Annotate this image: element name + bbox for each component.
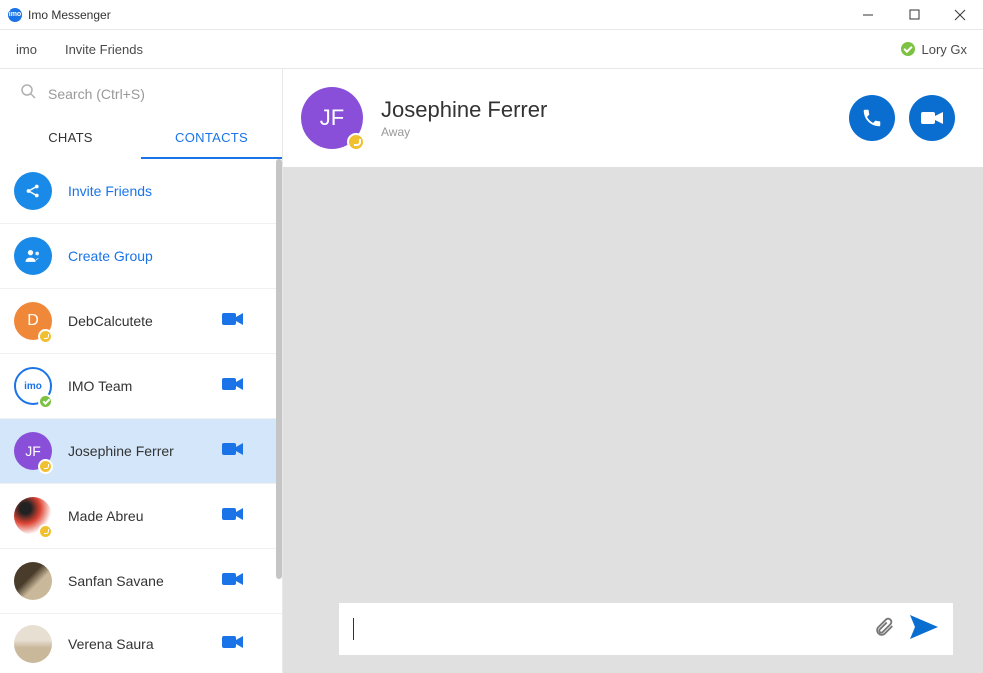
- avatar-initials: JF: [320, 105, 344, 131]
- video-call-icon[interactable]: [222, 506, 244, 527]
- conversation-actions: [849, 95, 955, 141]
- status-away-icon: [38, 524, 53, 539]
- menu-invite-friends[interactable]: Invite Friends: [65, 42, 143, 57]
- avatar-letter: D: [27, 312, 39, 330]
- phone-icon: [861, 107, 883, 129]
- window-controls: [845, 0, 983, 30]
- window-title: Imo Messenger: [28, 8, 111, 22]
- tab-chats[interactable]: CHATS: [0, 118, 141, 159]
- video-icon: [920, 109, 944, 127]
- sidebar: CHATS CONTACTS Invite Friends Create Gro…: [0, 69, 283, 673]
- sidebar-tabs: CHATS CONTACTS: [0, 118, 282, 159]
- titlebar-left: imo Imo Messenger: [8, 8, 111, 22]
- send-button[interactable]: [909, 614, 939, 645]
- conversation-status: Away: [381, 125, 831, 139]
- message-input[interactable]: [354, 621, 873, 637]
- conversation-name: Josephine Ferrer: [381, 97, 831, 123]
- attach-button[interactable]: [873, 616, 895, 643]
- avatar-letter: imo: [24, 381, 42, 392]
- minimize-button[interactable]: [845, 0, 891, 30]
- avatar-letter: JF: [25, 443, 41, 459]
- conversation-body: [283, 167, 983, 673]
- video-call-icon[interactable]: [222, 441, 244, 462]
- menubar-left: imo Invite Friends: [16, 42, 143, 57]
- group-icon: [14, 237, 52, 275]
- voice-call-button[interactable]: [849, 95, 895, 141]
- contact-row[interactable]: imo IMO Team: [0, 354, 282, 419]
- status-away-icon: [38, 459, 53, 474]
- user-name: Lory Gx: [921, 42, 967, 57]
- send-icon: [909, 614, 939, 640]
- status-online-icon: [38, 394, 53, 409]
- maximize-icon: [909, 9, 920, 20]
- contact-name: IMO Team: [68, 378, 222, 394]
- menubar: imo Invite Friends Lory Gx: [0, 30, 983, 68]
- close-icon: [954, 9, 966, 21]
- video-call-icon[interactable]: [222, 571, 244, 592]
- contact-row[interactable]: Sanfan Savane: [0, 549, 282, 614]
- main-layout: CHATS CONTACTS Invite Friends Create Gro…: [0, 68, 983, 673]
- contact-name: Josephine Ferrer: [68, 443, 222, 459]
- sidebar-action-invite[interactable]: Invite Friends: [0, 159, 282, 224]
- conversation-title-block: Josephine Ferrer Away: [381, 97, 831, 139]
- search-input[interactable]: [48, 86, 262, 102]
- scrollbar-thumb[interactable]: [276, 159, 282, 579]
- menu-imo[interactable]: imo: [16, 42, 37, 57]
- contact-row[interactable]: Made Abreu: [0, 484, 282, 549]
- search-row: [0, 69, 282, 118]
- contact-name: Made Abreu: [68, 508, 222, 524]
- user-status[interactable]: Lory Gx: [901, 42, 967, 57]
- contact-row[interactable]: Verena Saura: [0, 614, 282, 656]
- compose-box: [339, 603, 953, 655]
- contact-name: DebCalcutete: [68, 313, 222, 329]
- video-call-icon[interactable]: [222, 376, 244, 397]
- avatar: [14, 625, 52, 663]
- app-logo-icon: imo: [8, 8, 22, 22]
- status-away-icon: [38, 329, 53, 344]
- contact-name: Verena Saura: [68, 636, 222, 652]
- contact-row[interactable]: JF Josephine Ferrer: [0, 419, 282, 484]
- conversation-pane: JF Josephine Ferrer Away: [283, 69, 983, 673]
- sidebar-action-label: Invite Friends: [68, 183, 268, 199]
- compose-actions: [873, 614, 939, 645]
- minimize-icon: [862, 9, 874, 21]
- tab-contacts[interactable]: CONTACTS: [141, 118, 282, 159]
- status-online-icon: [901, 42, 915, 56]
- search-icon: [20, 83, 36, 104]
- sidebar-action-label: Create Group: [68, 248, 268, 264]
- video-call-icon[interactable]: [222, 311, 244, 332]
- video-call-icon[interactable]: [222, 634, 244, 655]
- conversation-avatar[interactable]: JF: [301, 87, 363, 149]
- close-button[interactable]: [937, 0, 983, 30]
- video-call-button[interactable]: [909, 95, 955, 141]
- contact-row[interactable]: D DebCalcutete: [0, 289, 282, 354]
- contact-list: Invite Friends Create Group D DebCalcute…: [0, 159, 282, 673]
- conversation-header: JF Josephine Ferrer Away: [283, 69, 983, 167]
- sidebar-action-create-group[interactable]: Create Group: [0, 224, 282, 289]
- avatar: [14, 562, 52, 600]
- maximize-button[interactable]: [891, 0, 937, 30]
- share-icon: [14, 172, 52, 210]
- scrollbar[interactable]: [274, 159, 282, 579]
- window-titlebar: imo Imo Messenger: [0, 0, 983, 30]
- paperclip-icon: [873, 616, 895, 638]
- status-away-icon: [347, 133, 365, 151]
- contact-name: Sanfan Savane: [68, 573, 222, 589]
